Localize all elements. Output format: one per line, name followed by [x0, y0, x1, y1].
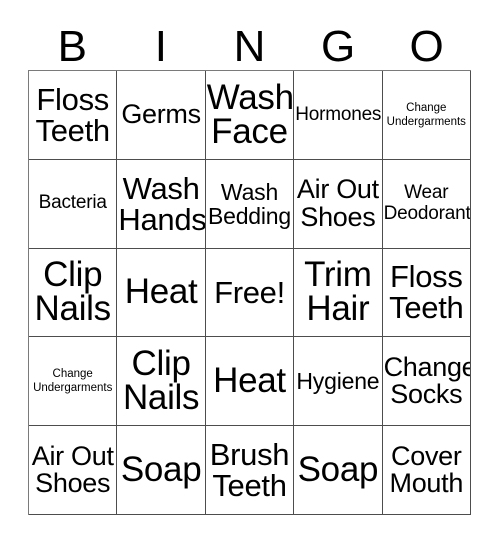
bingo-cell-label: Change Undergarments — [386, 101, 466, 128]
bingo-cell-label: Cover Mouth — [389, 440, 464, 499]
bingo-cell[interactable]: Floss Teeth — [382, 248, 471, 338]
bingo-cell-label: Air Out Shoes — [296, 174, 379, 232]
bingo-cell-label: Soap — [120, 449, 202, 489]
bingo-cell-label: Wash Face — [206, 77, 294, 151]
bingo-cell[interactable]: Air Out Shoes — [294, 159, 383, 249]
bingo-cell-label: Wash Bedding — [207, 178, 291, 229]
bingo-cell[interactable]: Wear Deodorant — [382, 159, 471, 249]
bingo-cell[interactable]: Hormones — [294, 71, 383, 160]
bingo-grid: Floss Teeth Germs Wash Face Hormones Change … — [28, 70, 471, 515]
bingo-cell-label: Air Out Shoes — [31, 440, 114, 499]
bingo-cell-label: Brush Teeth — [209, 437, 290, 504]
bingo-cell-label: Free! — [214, 274, 285, 310]
header-letter-b: B — [57, 22, 87, 71]
bingo-cell[interactable]: Floss Teeth — [29, 71, 118, 160]
bingo-cell-label: Floss Teeth — [35, 81, 111, 148]
header-letter-o: O — [409, 22, 444, 71]
bingo-cell[interactable]: Air Out Shoes — [29, 426, 118, 515]
bingo-cell[interactable]: Germs — [117, 71, 206, 160]
bingo-cell-label: Change Socks — [383, 351, 471, 410]
bingo-cell-label: Heat — [124, 272, 198, 312]
bingo-cell-label: Change Undergarments — [33, 368, 113, 395]
header-letter-i: I — [154, 22, 167, 71]
bingo-cell[interactable]: Trim Hair — [294, 248, 383, 338]
bingo-free-space[interactable]: Free! — [205, 248, 295, 338]
bingo-card: B I N G O Floss Teeth Germs Wash Face Hormo… — [0, 0, 500, 544]
bingo-cell[interactable]: Wash Bedding — [205, 159, 295, 249]
bingo-cell[interactable]: Bacteria — [29, 159, 118, 249]
bingo-cell[interactable]: Wash Hands — [117, 159, 206, 249]
bingo-cell[interactable]: Clip Nails — [29, 248, 118, 338]
bingo-cell[interactable]: Cover Mouth — [382, 426, 471, 515]
bingo-cell[interactable]: Heat — [205, 337, 295, 427]
bingo-cell[interactable]: Change Undergarments — [382, 71, 471, 160]
bingo-cell-label: Wear Deodorant — [383, 182, 471, 224]
bingo-cell-label: Clip Nails — [34, 255, 112, 329]
bingo-cell[interactable]: Change Socks — [382, 337, 471, 427]
bingo-cell-label: Wash Hands — [118, 170, 206, 237]
bingo-cell-label: Germs — [121, 99, 201, 130]
bingo-cell[interactable]: Hygiene — [294, 337, 383, 427]
bingo-cell-label: Floss Teeth — [389, 259, 464, 326]
bingo-cell-label: Bacteria — [38, 192, 107, 214]
bingo-cell[interactable]: Heat — [117, 248, 206, 338]
bingo-header-row: B I N G O — [28, 16, 471, 70]
header-letter-n: N — [233, 22, 266, 71]
header-letter-g: G — [320, 22, 356, 71]
bingo-cell[interactable]: Soap — [117, 426, 206, 515]
bingo-cell[interactable]: Soap — [294, 426, 383, 515]
bingo-cell-label: Clip Nails — [122, 343, 200, 418]
bingo-cell-label: Hygiene — [296, 368, 380, 395]
bingo-cell[interactable]: Clip Nails — [117, 337, 206, 427]
bingo-cell-label: Soap — [297, 449, 379, 489]
bingo-cell[interactable]: Brush Teeth — [205, 426, 295, 515]
bingo-cell[interactable]: Wash Face — [205, 71, 295, 160]
bingo-cell-label: Heat — [213, 361, 286, 401]
bingo-cell-label: Hormones — [295, 103, 382, 125]
bingo-cell[interactable]: Change Undergarments — [29, 337, 118, 427]
bingo-cell-label: Trim Hair — [304, 255, 372, 329]
